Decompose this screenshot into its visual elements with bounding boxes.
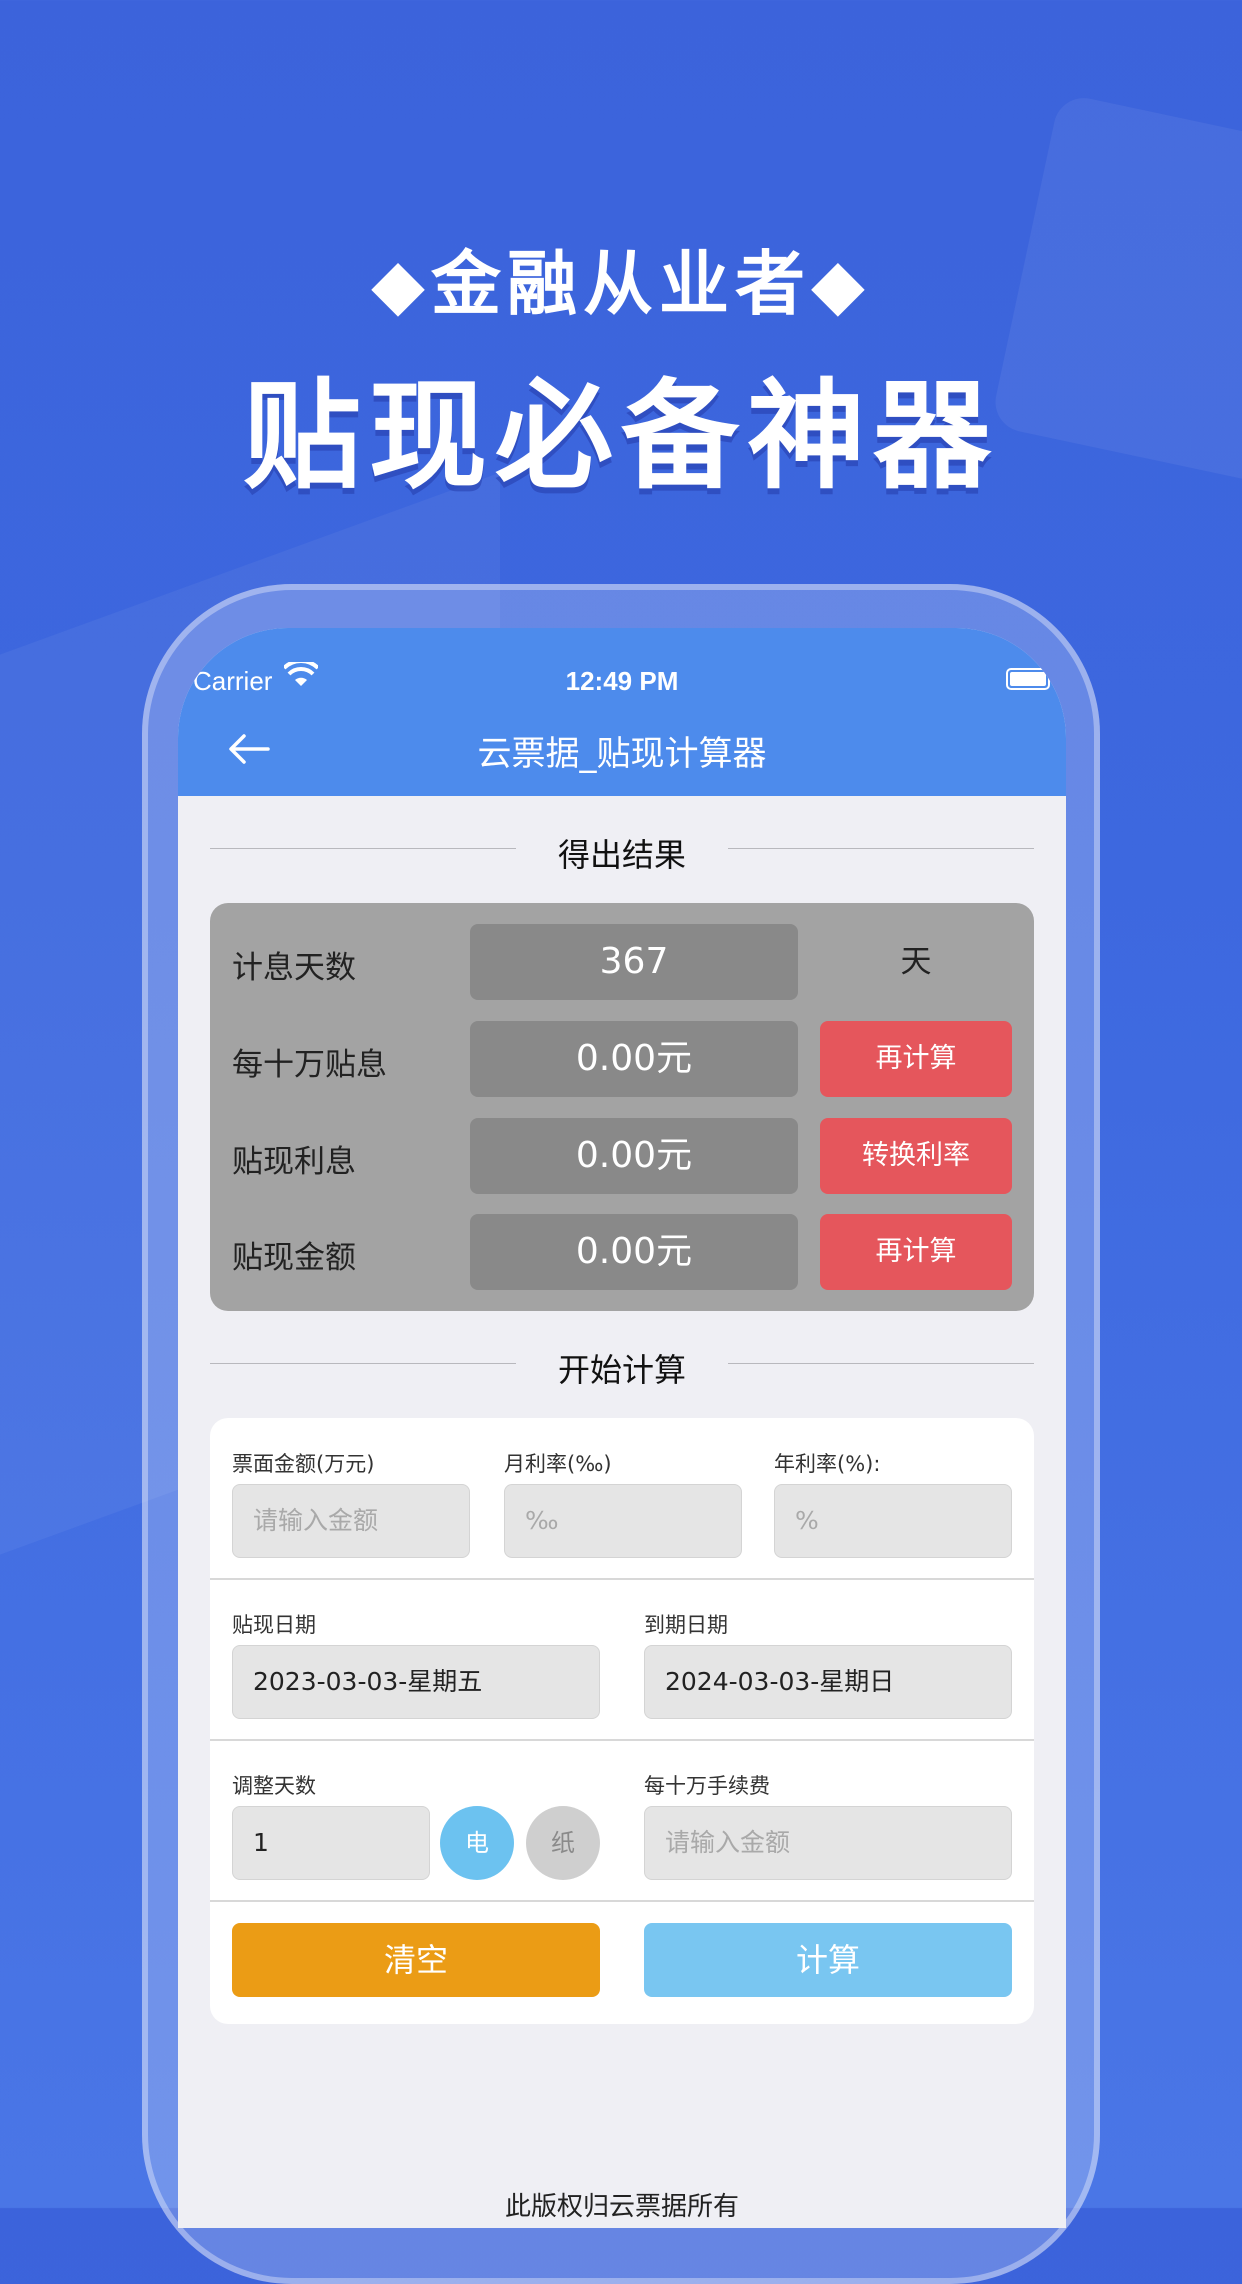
calc-section-header: 开始计算 xyxy=(210,1343,1034,1389)
result-label: 计息天数 xyxy=(232,950,356,986)
fee-label: 每十万手续费 xyxy=(644,1774,770,1798)
row-divider xyxy=(210,1900,1034,1902)
result-unit: 天 xyxy=(900,944,932,980)
result-label: 贴现利息 xyxy=(232,1144,356,1180)
divider-line xyxy=(728,848,1034,849)
electronic-toggle[interactable]: 电 xyxy=(440,1806,514,1880)
row-divider xyxy=(210,1578,1034,1580)
status-time: 12:49 PM xyxy=(565,666,679,696)
promo-subtitle: ◆金融从业者◆ xyxy=(371,243,871,325)
paper-toggle[interactable]: 纸 xyxy=(526,1806,600,1880)
fee-input[interactable]: 请输入金额 xyxy=(644,1806,1012,1880)
results-panel: 计息天数 367 天 每十万贴息 0.00元 再计算 贴现利息 0.00元 转换… xyxy=(210,903,1034,1311)
convert-rate-button[interactable]: 转换利率 xyxy=(820,1118,1012,1194)
recalculate-button[interactable]: 再计算 xyxy=(820,1214,1012,1290)
monthly-rate-input[interactable]: ‰ xyxy=(504,1484,742,1558)
calculate-button[interactable]: 计算 xyxy=(644,1923,1012,1997)
annual-rate-label: 年利率(%): xyxy=(774,1452,881,1476)
face-amount-input[interactable]: 请输入金额 xyxy=(232,1484,470,1558)
result-label: 贴现金额 xyxy=(232,1240,356,1276)
result-value: 367 xyxy=(470,924,798,1000)
recalculate-button[interactable]: 再计算 xyxy=(820,1021,1012,1097)
due-date-picker[interactable]: 2024-03-03-星期日 xyxy=(644,1645,1012,1719)
promo-title: 贴现必备神器 xyxy=(242,367,999,505)
clear-button[interactable]: 清空 xyxy=(232,1923,600,1997)
monthly-rate-label: 月利率(‰) xyxy=(504,1452,612,1476)
copyright-text: 此版权归云票据所有 xyxy=(504,2192,739,2222)
face-amount-label: 票面金额(万元) xyxy=(232,1452,375,1476)
result-value: 0.00元 xyxy=(470,1021,798,1097)
calc-section-title: 开始计算 xyxy=(557,1351,686,1389)
result-row-interest-days: 计息天数 367 天 xyxy=(210,924,1034,1000)
calc-form: 票面金额(万元) 请输入金额 月利率(‰) ‰ 年利率(%): % 贴现日期 2… xyxy=(210,1418,1034,2024)
discount-date-label: 贴现日期 xyxy=(232,1613,316,1637)
divider-line xyxy=(728,1363,1034,1364)
discount-date-picker[interactable]: 2023-03-03-星期五 xyxy=(232,1645,600,1719)
nav-bar: 云票据_贴现计算器 xyxy=(178,698,1066,796)
nav-title: 云票据_贴现计算器 xyxy=(477,734,767,774)
result-row-discount-interest: 贴现利息 0.00元 转换利率 xyxy=(210,1118,1034,1194)
results-section-title: 得出结果 xyxy=(557,836,686,874)
phone-screen: Carrier 12:49 PM 云票据_贴现计算器 得出结果 计息天数 367… xyxy=(178,628,1066,2228)
result-label: 每十万贴息 xyxy=(232,1047,387,1083)
annual-rate-input[interactable]: % xyxy=(774,1484,1012,1558)
adjust-days-label: 调整天数 xyxy=(232,1774,316,1798)
row-divider xyxy=(210,1739,1034,1741)
status-bar: Carrier 12:49 PM xyxy=(178,628,1066,698)
result-row-discount-amount: 贴现金额 0.00元 再计算 xyxy=(210,1214,1034,1290)
results-section-header: 得出结果 xyxy=(210,828,1034,874)
result-row-per-100k-interest: 每十万贴息 0.00元 再计算 xyxy=(210,1021,1034,1097)
due-date-label: 到期日期 xyxy=(644,1613,728,1637)
battery-icon xyxy=(1006,668,1050,690)
result-value: 0.00元 xyxy=(470,1118,798,1194)
result-value: 0.00元 xyxy=(470,1214,798,1290)
adjust-days-input[interactable]: 1 xyxy=(232,1806,430,1880)
